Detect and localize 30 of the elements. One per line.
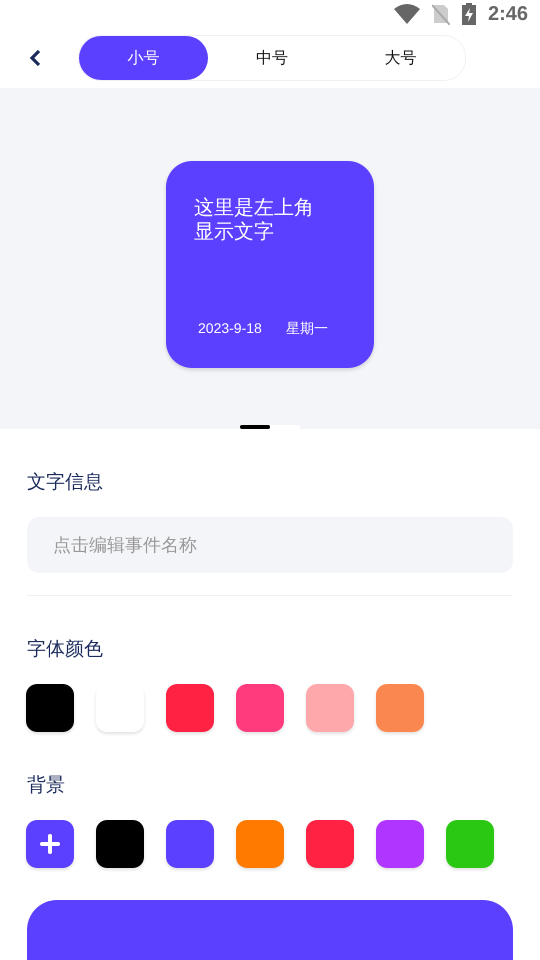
color-swatch[interactable] [446, 820, 494, 868]
color-swatch[interactable] [236, 820, 284, 868]
event-name-field[interactable]: 点击编辑事件名称 [27, 517, 513, 573]
page-indicator[interactable] [240, 425, 270, 429]
section-title: 文字信息 [27, 470, 104, 495]
size-tab[interactable]: 小号 [79, 36, 208, 80]
color-swatch[interactable] [166, 684, 214, 732]
color-swatch[interactable] [96, 684, 144, 732]
color-swatch[interactable] [376, 820, 424, 868]
size-tab[interactable]: 中号 [208, 36, 336, 80]
color-swatch[interactable] [96, 820, 144, 868]
widget-weekday: 星期一 [286, 320, 328, 338]
section-title: 字体颜色 [27, 637, 104, 662]
color-swatch[interactable] [306, 820, 354, 868]
wifi-icon [394, 4, 420, 24]
back-icon[interactable] [28, 48, 42, 68]
color-swatch[interactable] [26, 684, 74, 732]
color-swatch[interactable] [236, 684, 284, 732]
widget-title: 这里是左上角显示文字 [194, 195, 315, 243]
plus-icon [40, 834, 60, 854]
color-swatch[interactable] [166, 820, 214, 868]
widget-date: 2023-9-18 [198, 320, 262, 338]
color-swatch[interactable] [306, 684, 354, 732]
battery-charging-icon [462, 3, 476, 26]
no-sim-icon [432, 3, 450, 26]
color-swatch[interactable] [376, 684, 424, 732]
add-color-button[interactable] [26, 820, 74, 868]
status-time: 2:46 [488, 2, 528, 26]
section-title: 背景 [27, 773, 66, 798]
size-tab[interactable]: 大号 [336, 36, 466, 80]
